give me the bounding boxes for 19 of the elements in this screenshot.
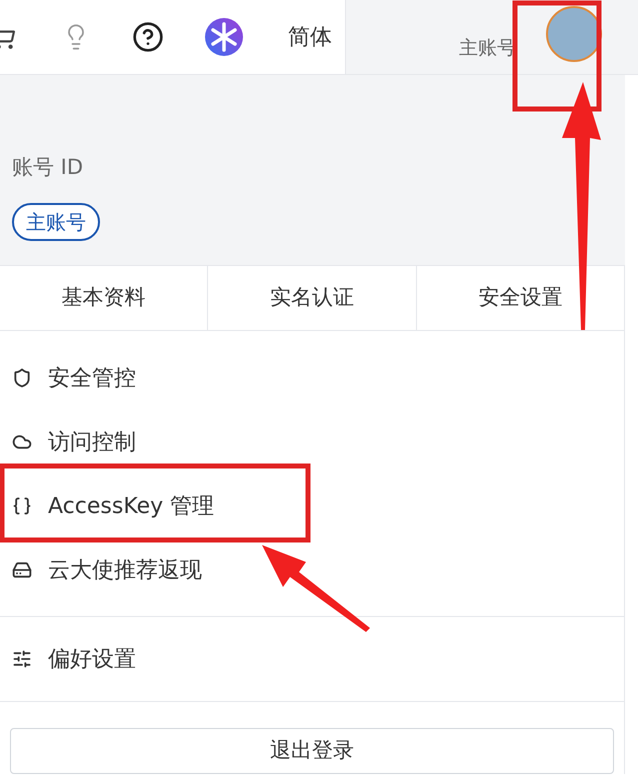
menu-item[interactable]: AccessKey 管理 (0, 474, 624, 538)
menu-item[interactable]: 访问控制 (0, 410, 624, 474)
tab[interactable]: 基本资料 (0, 266, 208, 330)
logout-button[interactable]: 退出登录 (10, 728, 614, 774)
account-badge: 主账号 (12, 203, 100, 241)
account-type-label: 主账号 (459, 36, 516, 60)
language-label[interactable]: 简体 (288, 20, 332, 54)
help-icon[interactable] (132, 21, 164, 53)
menu-icon (12, 496, 32, 516)
tab[interactable]: 实名认证 (208, 266, 417, 330)
menu-icon (12, 368, 32, 388)
account-id-label: 账号 ID (12, 154, 84, 180)
menu-item[interactable]: 云大使推荐返现 (0, 538, 624, 602)
menu-icon (12, 649, 32, 669)
menu-icon (12, 560, 32, 580)
menu-icon (12, 432, 32, 452)
logo-icon[interactable] (204, 17, 244, 57)
menu-item[interactable]: 偏好设置 (0, 627, 624, 691)
menu-item[interactable]: 安全管控 (0, 346, 624, 410)
